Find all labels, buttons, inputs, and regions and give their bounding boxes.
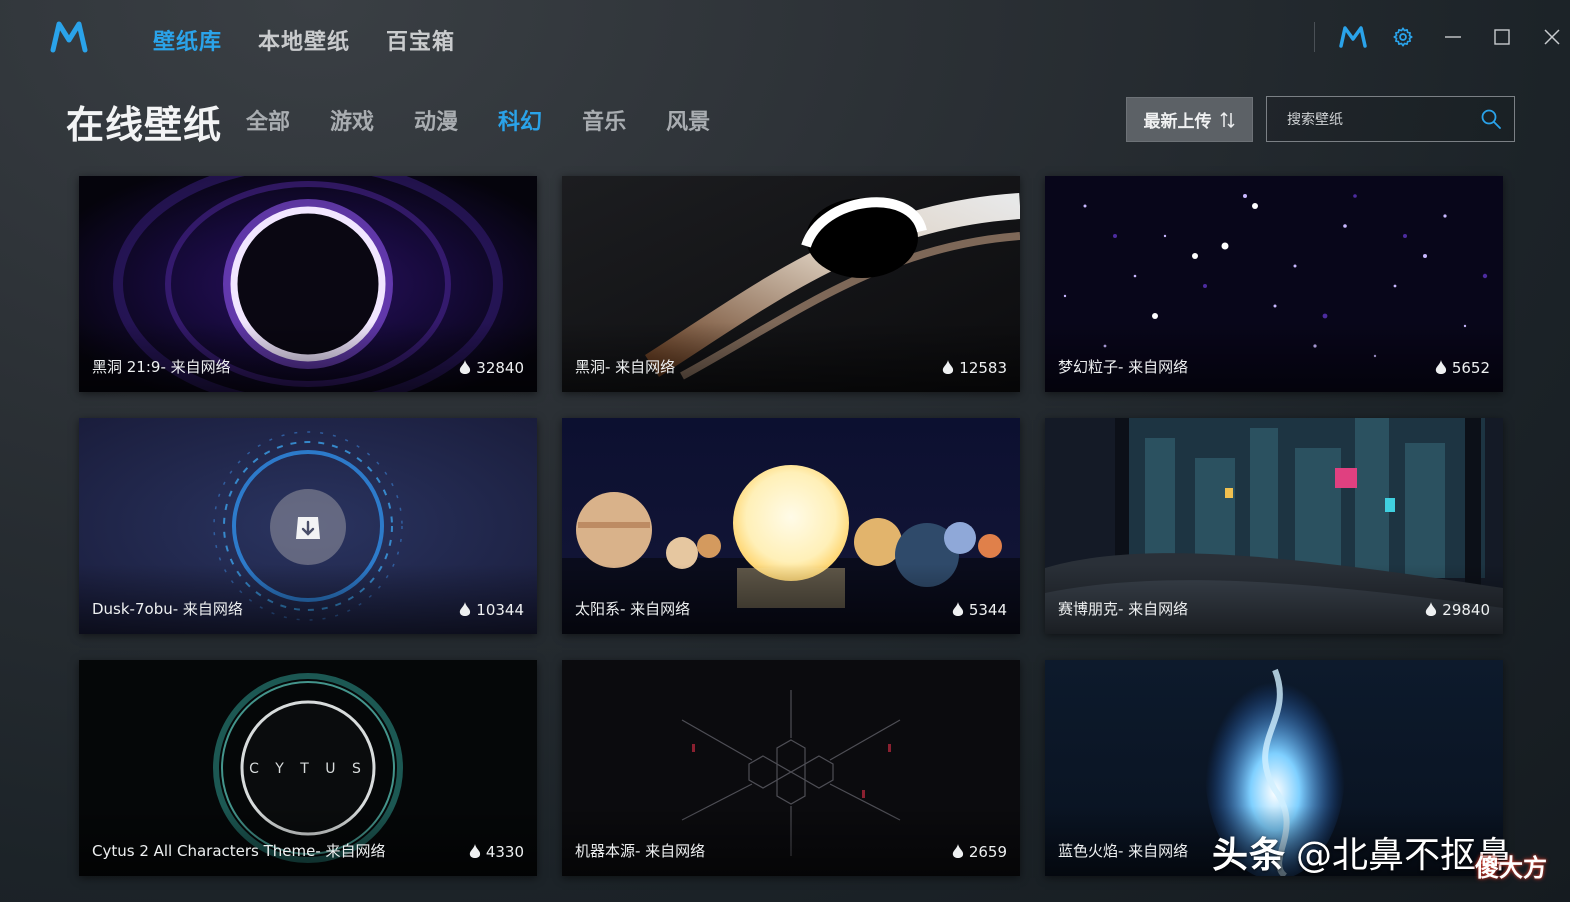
tab-wallpaper-library[interactable]: 壁纸库 [153,24,222,56]
window-controls-divider [1314,22,1315,52]
tab-local-wallpapers[interactable]: 本地壁纸 [258,24,350,56]
category-filter: 全部 游戏 动漫 科幻 音乐 风景 [246,104,710,136]
wallpaper-heat: 5344 [952,601,1007,619]
category-scifi[interactable]: 科幻 [498,104,542,136]
wallpaper-heat: 29840 [1425,601,1490,619]
heat-count: 5652 [1451,359,1490,377]
flame-icon [460,360,471,374]
minimize-button[interactable] [1436,20,1470,54]
heat-count: 29840 [1442,601,1490,619]
sort-arrows-icon [1219,111,1235,128]
download-button[interactable] [270,489,346,565]
search-icon[interactable] [1480,108,1502,130]
app-logo-icon[interactable] [50,20,88,54]
watermark-brand: 头条 [1212,835,1287,876]
wallpaper-title: 机器本源- 来自网络 [575,842,706,860]
wallpaper-card[interactable]: 太阳系- 来自网络 5344 [562,418,1020,634]
sort-label: 最新上传 [1143,112,1212,132]
heat-count: 12583 [959,359,1007,377]
search-box [1266,96,1515,142]
wallpaper-heat: 4330 [469,843,524,861]
settings-gear-icon [1393,27,1413,47]
heat-count: 2659 [968,843,1007,861]
download-icon [296,517,320,539]
heat-count: 32840 [476,359,524,377]
wallpaper-title: 黑洞 21:9- 来自网络 [92,358,231,376]
wallpaper-title: 黑洞- 来自网络 [575,358,676,376]
cytus-logo-text: C Y T U S [249,761,367,777]
watermark: 头条 @北鼻不抠鼻 [1212,826,1512,878]
settings-button[interactable] [1386,20,1420,54]
watermark-badge: 傻大方 [1475,854,1547,882]
heat-count: 5344 [968,601,1007,619]
wallpaper-heat: 32840 [459,359,524,377]
wallpaper-heat: 2659 [952,843,1007,861]
wallpaper-card[interactable]: 赛博朋克- 来自网络 29840 [1045,418,1503,634]
wallpaper-card[interactable]: C Y T U S Cytus 2 All Characters Theme- … [79,660,537,876]
wallpaper-title: 梦幻粒子- 来自网络 [1058,358,1189,376]
wallpaper-heat: 5652 [1435,359,1490,377]
category-music[interactable]: 音乐 [582,104,626,136]
flame-icon [952,602,963,616]
flame-icon [1426,602,1437,616]
flame-icon [943,360,954,374]
category-scenery[interactable]: 风景 [666,104,710,136]
flame-icon [469,844,480,858]
flame-icon [460,602,471,616]
tab-toolbox[interactable]: 百宝箱 [386,24,455,56]
wallpaper-title: 赛博朋克- 来自网络 [1058,600,1189,618]
wallpaper-title: Dusk-7obu- 来自网络 [92,600,243,618]
wallpaper-grid: 黑洞 21:9- 来自网络 32840 黑洞- 来自网络 12583 梦幻粒子-… [79,176,1503,876]
category-all[interactable]: 全部 [246,104,290,136]
m-logo-button[interactable] [1336,20,1370,54]
sort-button[interactable]: 最新上传 [1126,97,1253,142]
main-nav: 壁纸库 本地壁纸 百宝箱 [153,24,455,56]
heat-count: 4330 [485,843,524,861]
close-icon [1544,29,1560,45]
title-bar: 壁纸库 本地壁纸 百宝箱 [0,0,1570,78]
heat-count: 10344 [476,601,524,619]
close-button[interactable] [1535,20,1569,54]
flame-icon [952,844,963,858]
maximize-button[interactable] [1485,20,1519,54]
flame-icon [1435,360,1446,374]
wallpaper-heat: 12583 [942,359,1007,377]
wallpaper-card[interactable]: 机器本源- 来自网络 2659 [562,660,1020,876]
m-logo-icon [1339,26,1367,48]
category-games[interactable]: 游戏 [330,104,374,136]
wallpaper-heat: 10344 [459,601,524,619]
maximize-icon [1494,29,1510,45]
wallpaper-card[interactable]: 黑洞- 来自网络 12583 [562,176,1020,392]
wallpaper-card[interactable]: Dusk-7obu- 来自网络 10344 [79,418,537,634]
minimize-icon [1445,36,1461,38]
wallpaper-card[interactable]: 梦幻粒子- 来自网络 5652 [1045,176,1503,392]
wallpaper-title: Cytus 2 All Characters Theme- 来自网络 [92,842,386,860]
wallpaper-title: 蓝色火焰- 来自网络 [1058,842,1189,860]
wallpaper-title: 太阳系- 来自网络 [575,600,691,618]
page-title: 在线壁纸 [66,103,223,147]
search-input[interactable] [1287,110,1477,130]
wallpaper-card[interactable]: 黑洞 21:9- 来自网络 32840 [79,176,537,392]
category-anime[interactable]: 动漫 [414,104,458,136]
